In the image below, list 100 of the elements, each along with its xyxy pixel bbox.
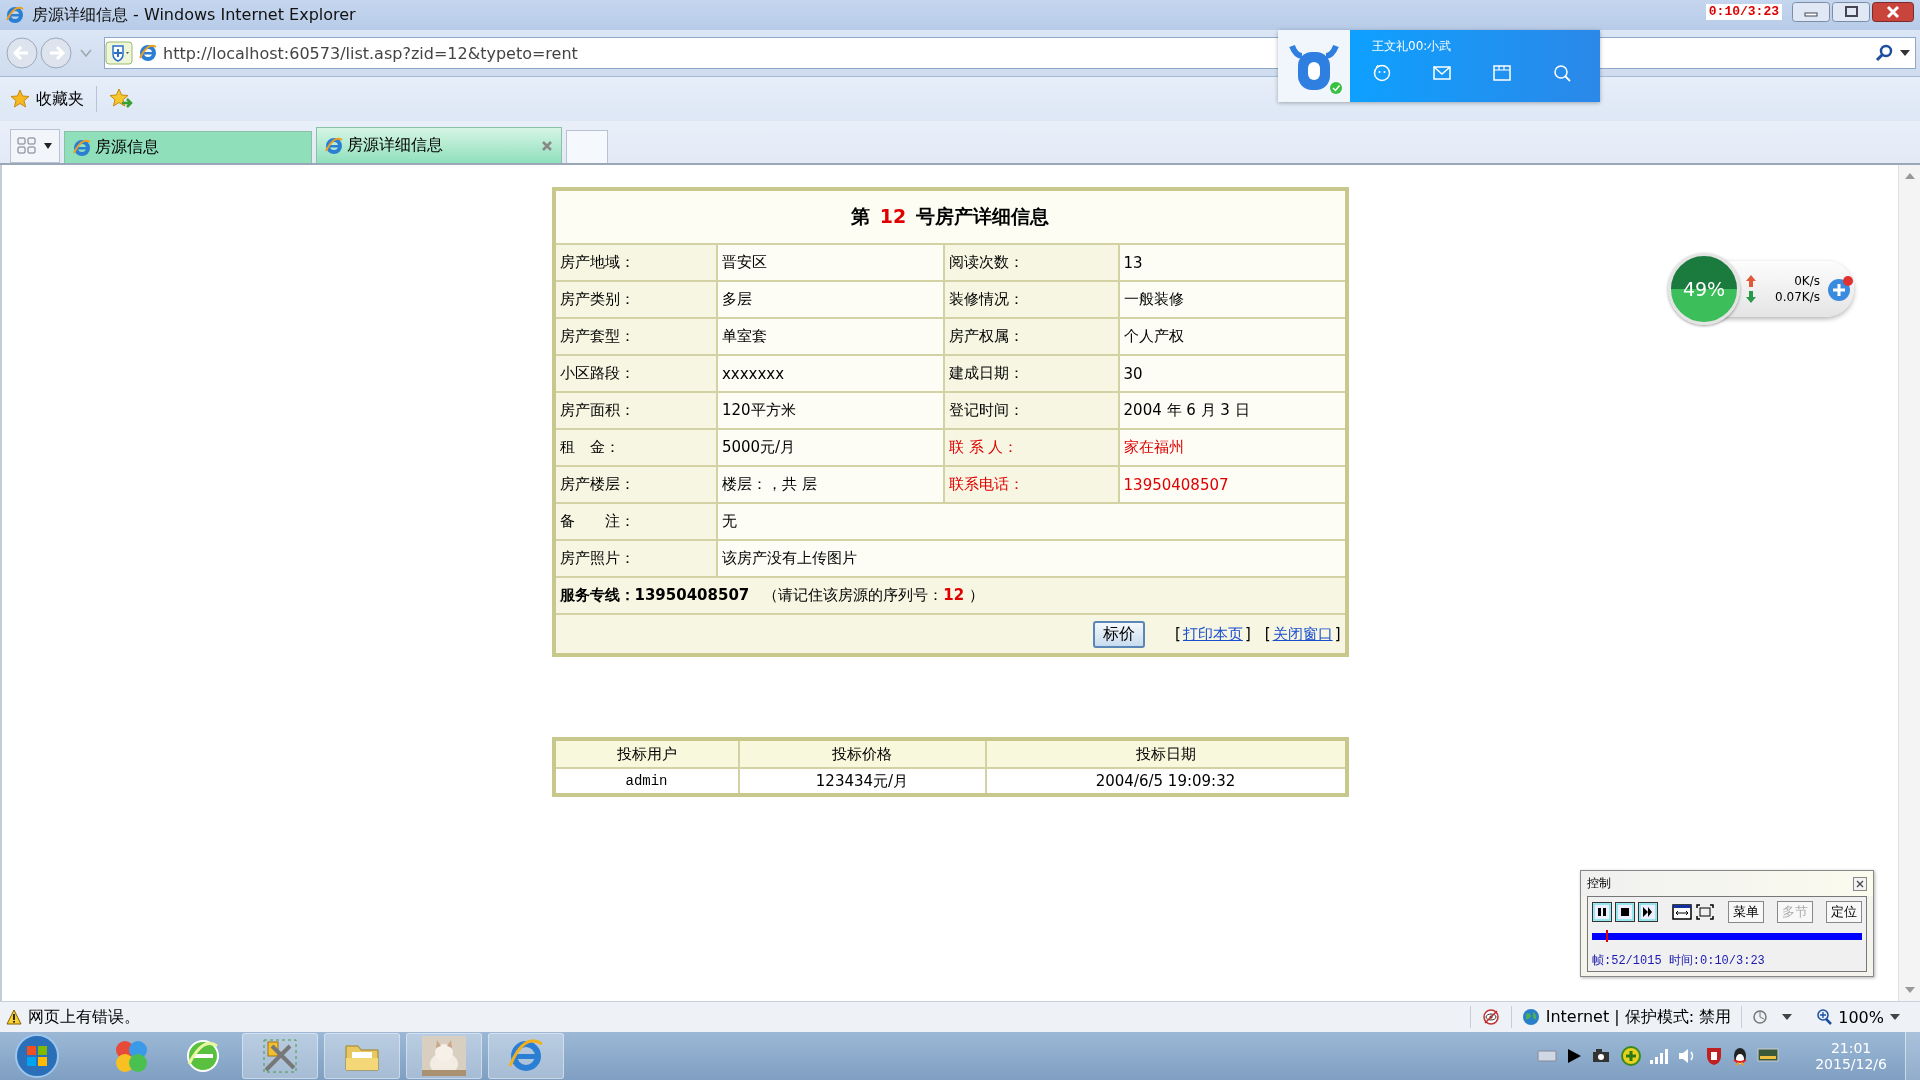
column-header: 投标日期 xyxy=(985,739,1347,768)
fit-width-icon[interactable] xyxy=(1672,903,1692,921)
field-label: 装修情况： xyxy=(943,281,1119,318)
panel-button[interactable]: 定位 xyxy=(1826,901,1862,923)
security-zone: Internet | 保护模式: 禁用 xyxy=(1545,1006,1732,1028)
smiley-icon[interactable] xyxy=(1372,63,1392,83)
search-icon[interactable] xyxy=(1875,44,1893,62)
field-value: 5000元/月 xyxy=(716,429,944,466)
search-icon[interactable] xyxy=(1552,63,1572,83)
field-label: 备 注： xyxy=(553,503,717,540)
browser-tab[interactable]: 房源信息 xyxy=(64,131,312,163)
bracket: [ xyxy=(1175,624,1181,644)
caret-icon xyxy=(43,143,53,149)
close-icon[interactable] xyxy=(1853,876,1867,891)
photo-button[interactable] xyxy=(406,1033,482,1079)
browser-tab[interactable]: 房源详细信息 xyxy=(316,127,562,163)
field-label: 建成日期： xyxy=(943,355,1119,392)
close-icon[interactable] xyxy=(1872,2,1914,22)
field-value: xxxxxxx xyxy=(716,355,944,392)
warning-icon xyxy=(6,1009,22,1025)
field-value: 晋安区 xyxy=(716,244,944,281)
quick-tabs-button[interactable] xyxy=(10,129,60,163)
field-value: 该房产没有上传图片 xyxy=(716,540,1347,577)
field-value: 13950408507 xyxy=(1118,466,1347,503)
caret-icon[interactable] xyxy=(1899,49,1911,57)
field-label: 阅读次数： xyxy=(943,244,1119,281)
browser-button[interactable] xyxy=(488,1033,564,1079)
favorites-button[interactable]: 收藏夹 xyxy=(10,88,84,110)
plus-circle-icon[interactable] xyxy=(1621,1046,1642,1066)
page-icon xyxy=(139,44,157,62)
status-message: 网页上有错误。 xyxy=(28,1006,140,1028)
field-value: 无 xyxy=(716,503,1347,540)
link[interactable]: 关闭窗口 xyxy=(1272,624,1333,644)
field-label: 房产面积： xyxy=(553,392,717,429)
monitor-icon[interactable] xyxy=(1757,1048,1780,1064)
field-value: 30 xyxy=(1118,355,1347,392)
keyboard-icon[interactable] xyxy=(1537,1049,1558,1063)
browser-icon xyxy=(6,6,24,24)
mail-icon[interactable] xyxy=(1432,63,1452,83)
field-label: 房产地域： xyxy=(553,244,717,281)
stop-icon[interactable] xyxy=(1615,902,1635,922)
privacy-icon xyxy=(1480,1008,1501,1026)
maximize-icon[interactable] xyxy=(1832,2,1870,22)
add-favorite-icon[interactable] xyxy=(109,88,133,110)
field-value: 家在福州 xyxy=(1118,429,1347,466)
panel-button[interactable]: 菜单 xyxy=(1728,901,1764,923)
field-label: 房产楼层： xyxy=(553,466,717,503)
upload-speed: 0K/s xyxy=(1794,274,1820,288)
table-title: 第 12 号房产详细信息 xyxy=(850,205,1050,227)
zoom-button[interactable]: 100% xyxy=(1816,1007,1900,1027)
scroll-up-icon xyxy=(1904,173,1915,179)
field-label: 登记时间： xyxy=(943,392,1119,429)
progress-marker[interactable] xyxy=(1605,930,1608,942)
field-label: 房产权属： xyxy=(943,318,1119,355)
tools-icon xyxy=(260,1036,300,1076)
field-label: 租 金： xyxy=(553,429,717,466)
field-label: 联系电话： xyxy=(943,466,1119,503)
recorder-time: 0:10/3:23 xyxy=(1705,4,1782,20)
upload-arrow-icon xyxy=(1746,275,1756,287)
field-label: 房产套型： xyxy=(553,318,717,355)
download-speed: 0.07K/s xyxy=(1775,290,1820,304)
step-icon[interactable] xyxy=(1638,902,1658,922)
tools-button[interactable] xyxy=(242,1033,318,1079)
show-desktop-button[interactable] xyxy=(1905,1032,1920,1080)
field-value: 楼层：，共 层 xyxy=(716,466,944,503)
field-value: 单室套 xyxy=(716,318,944,355)
forward-icon[interactable] xyxy=(40,37,72,69)
page-icon xyxy=(73,138,91,157)
shield-tray-icon[interactable] xyxy=(1705,1046,1724,1066)
folder-button[interactable] xyxy=(324,1033,400,1079)
bid-button[interactable]: 标价 xyxy=(1093,620,1146,648)
link[interactable]: 打印本页 xyxy=(1182,624,1243,644)
shield-icon[interactable] xyxy=(105,41,133,65)
signal-icon[interactable] xyxy=(1649,1048,1670,1064)
plus-icon[interactable] xyxy=(1826,275,1854,303)
progress-track[interactable] xyxy=(1592,933,1862,940)
window-title: 房源详细信息 - Windows Internet Explorer xyxy=(32,4,356,26)
caret-icon[interactable] xyxy=(1782,1014,1793,1020)
pause-icon[interactable] xyxy=(1592,902,1612,922)
column-header: 投标价格 xyxy=(738,739,986,768)
star-icon xyxy=(10,89,30,109)
field-value: 个人产权 xyxy=(1118,318,1347,355)
globe-icon xyxy=(1521,1008,1540,1026)
start-button-icon[interactable] xyxy=(12,1033,62,1079)
fullscreen-icon[interactable] xyxy=(1695,903,1715,921)
panel-title: 控制 xyxy=(1587,875,1611,892)
field-label: 联 系 人： xyxy=(943,429,1119,466)
column-header: 投标用户 xyxy=(553,739,739,768)
download-arrow-icon xyxy=(1746,291,1756,303)
back-icon[interactable] xyxy=(6,37,38,69)
playback-info: 帧:52/1015 时间:0:10/3:23 xyxy=(1592,953,1766,969)
field-label: 房产类别： xyxy=(553,281,717,318)
field-label: 小区路段： xyxy=(553,355,717,392)
contact-name: 王文礼00:小武 xyxy=(1372,38,1453,55)
field-value: 一般装修 xyxy=(1118,281,1347,318)
scrollbar[interactable] xyxy=(1898,165,1920,1001)
zoom-icon xyxy=(1816,1009,1833,1025)
bracket: ] xyxy=(1334,624,1341,644)
service-line: 服务专线：13950408507 （请记住该房源的序列号：12 ） xyxy=(559,586,984,604)
window-icon[interactable] xyxy=(1492,63,1512,83)
